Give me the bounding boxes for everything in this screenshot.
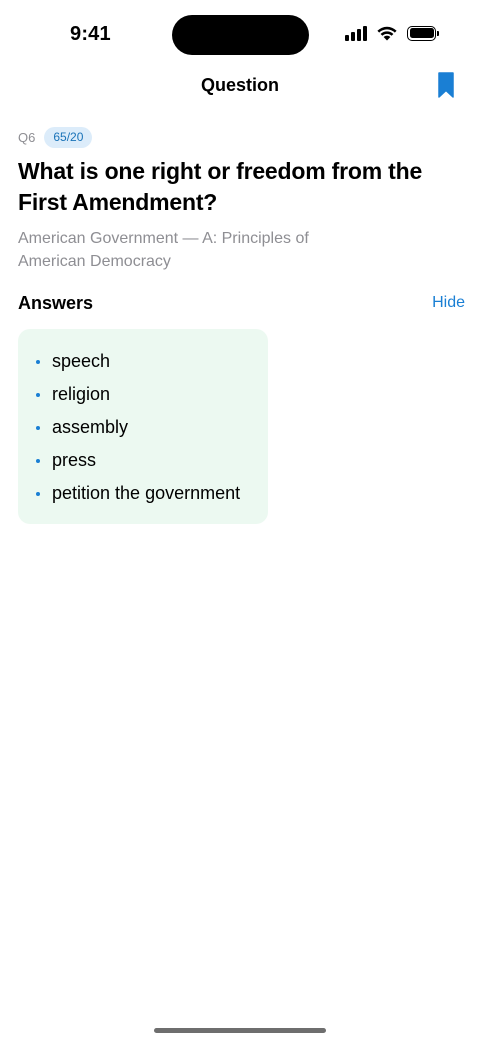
answer-text: assembly bbox=[52, 417, 129, 437]
bookmark-icon[interactable] bbox=[438, 72, 454, 98]
answer-text: religion bbox=[52, 384, 111, 404]
page-title: Question bbox=[200, 75, 279, 95]
status-time: 9:41 bbox=[70, 23, 111, 45]
wifi-icon bbox=[377, 26, 397, 41]
answer-text: petition the government bbox=[52, 483, 241, 503]
hide-answers-button[interactable]: Hide bbox=[432, 294, 465, 312]
answers-header: Answers Hide bbox=[18, 291, 465, 315]
question-meta: Q6 65/20 bbox=[18, 126, 464, 148]
home-indicator[interactable] bbox=[154, 1028, 326, 1033]
dynamic-island bbox=[172, 15, 309, 55]
bullet-icon bbox=[36, 359, 40, 364]
answer-text: press bbox=[52, 450, 97, 470]
battery-icon bbox=[407, 25, 439, 41]
answer-item: petition the government bbox=[36, 477, 268, 510]
answer-item: assembly bbox=[36, 411, 268, 444]
bullet-icon bbox=[36, 392, 40, 397]
question-text: What is one right or freedom from the Fi… bbox=[18, 158, 423, 215]
bullet-icon bbox=[36, 425, 40, 430]
question-content: Q6 65/20 What is one right or freedom fr… bbox=[18, 126, 465, 524]
status-bar: 9:41 bbox=[0, 0, 480, 64]
bullet-icon bbox=[36, 458, 40, 463]
answer-item: religion bbox=[36, 378, 268, 411]
status-icons bbox=[345, 25, 439, 41]
question-category: American Government — A: Principles of A… bbox=[18, 230, 309, 270]
answer-item: speech bbox=[36, 345, 268, 378]
answers-card: speech religion assembly press petition … bbox=[18, 329, 268, 524]
question-number: Q6 bbox=[18, 129, 36, 145]
signal-icon bbox=[345, 25, 367, 41]
answer-item: press bbox=[36, 444, 268, 477]
answer-text: speech bbox=[52, 351, 111, 371]
nav-bar: Question bbox=[0, 64, 480, 108]
progress-badge: 65/20 bbox=[44, 126, 93, 148]
answers-title: Answers bbox=[18, 292, 94, 313]
bullet-icon bbox=[36, 491, 40, 496]
